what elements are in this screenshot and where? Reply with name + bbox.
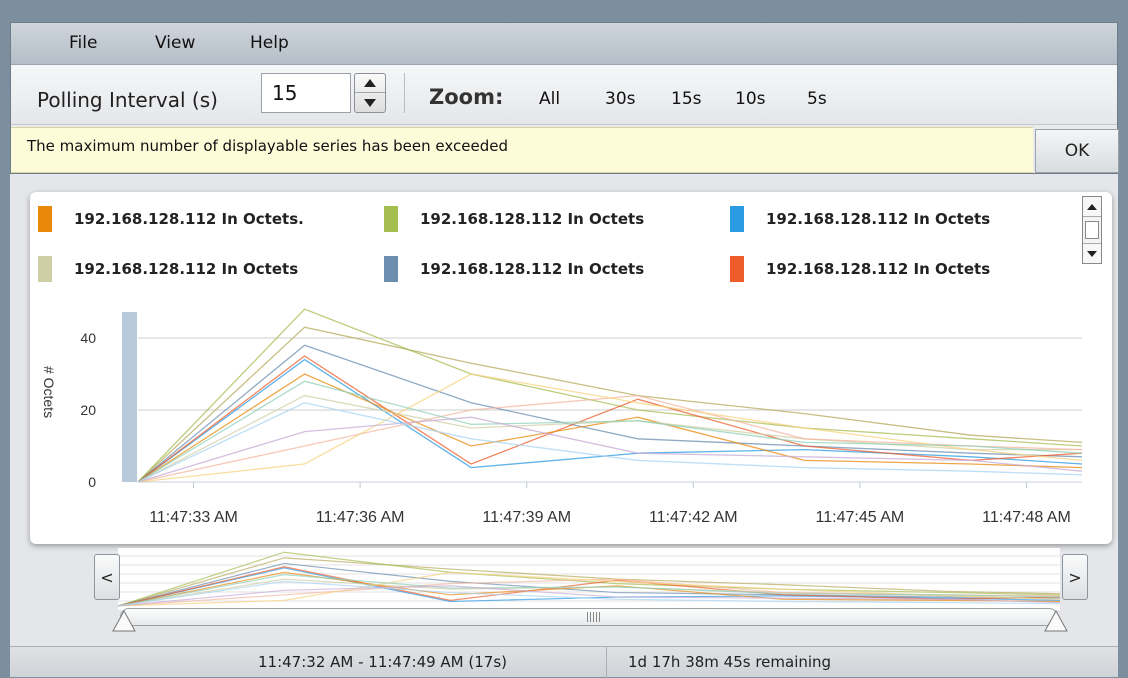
- legend-label: 192.168.128.112 In Octets: [420, 260, 645, 278]
- time-range-text: 11:47:32 AM - 11:47:49 AM (17s): [258, 653, 508, 671]
- legend-label: 192.168.128.112 In Octets.: [74, 210, 304, 228]
- navigator-scroll-right-button[interactable]: >: [1062, 554, 1088, 600]
- spinner-up-button[interactable]: [355, 74, 385, 93]
- zoom-all-button[interactable]: All: [539, 89, 560, 109]
- menu-file[interactable]: File: [69, 33, 97, 53]
- legend-swatch: [384, 256, 398, 282]
- scroll-up-button[interactable]: [1083, 197, 1101, 217]
- polling-interval-label: Polling Interval (s): [37, 88, 218, 112]
- y-tick-label: 40: [80, 330, 96, 346]
- legend-item[interactable]: 192.168.128.112 In Octets: [384, 256, 644, 282]
- navigator-scroll-left-button[interactable]: <: [94, 554, 120, 600]
- scroll-down-button[interactable]: [1083, 243, 1101, 263]
- spinner-down-button[interactable]: [355, 93, 385, 112]
- app-window: File View Help Polling Interval (s) Zoom…: [10, 22, 1119, 174]
- legend-item[interactable]: 192.168.128.112 In Octets: [730, 256, 990, 282]
- ok-button[interactable]: OK: [1035, 129, 1119, 173]
- navigator-series-line: [118, 580, 1060, 607]
- legend-label: 192.168.128.112 In Octets: [766, 260, 991, 278]
- legend-scrollbar[interactable]: [1082, 196, 1102, 264]
- polling-interval-input[interactable]: [261, 73, 351, 113]
- toolbar-divider: [404, 73, 405, 113]
- legend-label: 192.168.128.112 In Octets: [420, 210, 645, 228]
- series-line: [137, 416, 1083, 483]
- status-bar: 11:47:32 AM - 11:47:49 AM (17s) 1d 17h 3…: [10, 646, 1118, 678]
- x-tick-label: 11:47:42 AM: [649, 509, 738, 526]
- y-tick-label: 20: [80, 402, 96, 418]
- series-line: [137, 402, 1083, 483]
- legend-swatch: [38, 256, 52, 282]
- menu-help[interactable]: Help: [250, 33, 289, 53]
- scrollbar-grip-icon: [587, 612, 601, 622]
- time-remaining-text: 1d 17h 38m 45s remaining: [628, 653, 832, 671]
- legend-swatch: [384, 206, 398, 232]
- polling-interval-spinner[interactable]: [354, 73, 386, 113]
- zoom-10s-button[interactable]: 10s: [735, 89, 766, 109]
- time-cursor-band: [122, 312, 137, 482]
- menu-view[interactable]: View: [155, 33, 195, 53]
- menu-bar: File View Help: [11, 23, 1117, 65]
- legend-label: 192.168.128.112 In Octets: [766, 210, 991, 228]
- arrow-up-icon: [1087, 203, 1097, 210]
- octets-line-chart: 0 20 40 # Octets 11:47:33 AM 11:47:36 AM 11:47…: [41, 308, 1083, 526]
- arrow-up-icon: [364, 79, 376, 87]
- y-tick-label: 0: [88, 474, 96, 490]
- x-tick-label: 11:47:45 AM: [816, 509, 905, 526]
- zoom-label: Zoom:: [429, 85, 504, 109]
- legend-item[interactable]: 192.168.128.112 In Octets: [38, 256, 298, 282]
- zoom-5s-button[interactable]: 5s: [807, 89, 827, 109]
- zoom-30s-button[interactable]: 30s: [605, 89, 636, 109]
- arrow-down-icon: [364, 98, 376, 107]
- legend-swatch: [38, 206, 52, 232]
- alert-message: The maximum number of displayable series…: [27, 137, 508, 155]
- x-tick-label: 11:47:33 AM: [149, 509, 238, 526]
- x-tick-label: 11:47:48 AM: [982, 509, 1071, 526]
- series-line: [137, 344, 1083, 483]
- status-divider: [606, 647, 607, 678]
- scroll-thumb[interactable]: [1085, 221, 1099, 239]
- legend-item[interactable]: 192.168.128.112 In Octets: [730, 206, 990, 232]
- y-axis-title: # Octets: [41, 366, 57, 418]
- navigator-scrollbar[interactable]: [120, 608, 1058, 626]
- arrow-down-icon: [1087, 250, 1097, 257]
- x-tick-label: 11:47:39 AM: [482, 509, 571, 526]
- navigator-preview: [118, 548, 1060, 610]
- navigator-chart: [118, 551, 1060, 607]
- legend-label: 192.168.128.112 In Octets: [74, 260, 299, 278]
- legend-item[interactable]: 192.168.128.112 In Octets.: [38, 206, 304, 232]
- navigator-left-handle[interactable]: [112, 610, 136, 632]
- x-tick-label: 11:47:36 AM: [316, 509, 405, 526]
- alert-bar: The maximum number of displayable series…: [11, 127, 1033, 173]
- legend-item[interactable]: 192.168.128.112 In Octets: [384, 206, 644, 232]
- legend-swatch: [730, 256, 744, 282]
- navigator-right-handle[interactable]: [1044, 610, 1068, 632]
- zoom-15s-button[interactable]: 15s: [671, 89, 702, 109]
- chart-panel: 192.168.128.112 In Octets. 192.168.128.1…: [30, 192, 1112, 544]
- legend-swatch: [730, 206, 744, 232]
